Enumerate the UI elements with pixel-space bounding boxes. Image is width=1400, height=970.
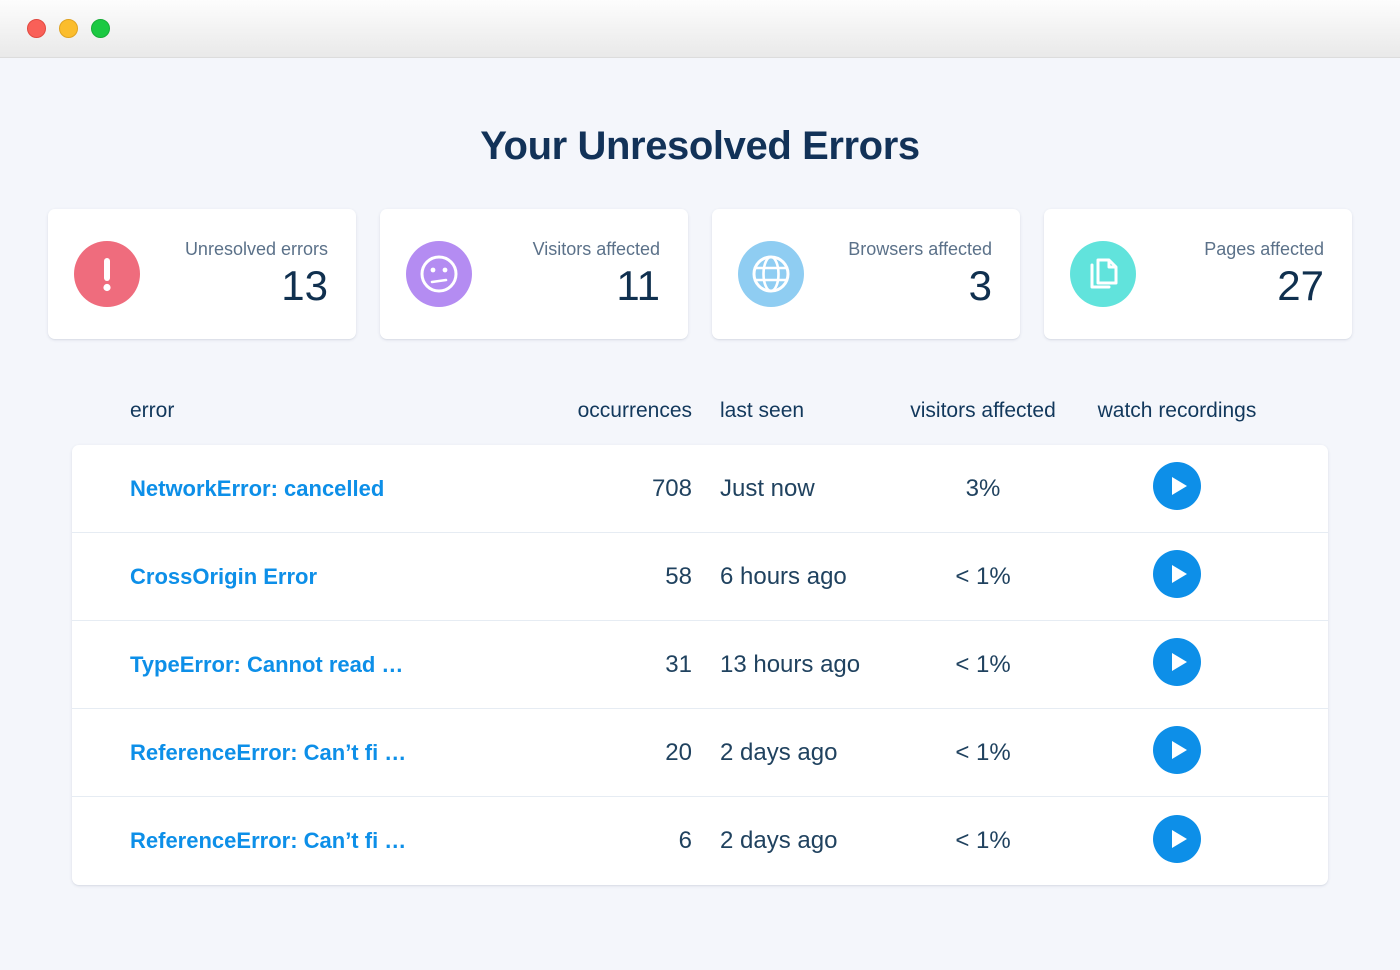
page-content: Your Unresolved Errors Unresolved errors… (0, 58, 1400, 970)
pages-document-icon (1070, 241, 1136, 307)
stat-value: 11 (482, 262, 660, 309)
window-titlebar (0, 0, 1400, 58)
stats-card-row: Unresolved errors 13 Visitors affected (48, 209, 1352, 339)
traffic-light-controls (27, 19, 110, 38)
cell-last-seen: Just now (692, 475, 888, 503)
minimize-window-button[interactable] (59, 19, 78, 38)
column-header-occurrences: occurrences (522, 399, 692, 423)
column-header-visitors-affected: visitors affected (888, 399, 1078, 423)
errors-table: error occurrences last seen visitors aff… (72, 387, 1328, 885)
stat-card-browsers-affected[interactable]: Browsers affected 3 (712, 209, 1020, 339)
stat-card-visitors-affected[interactable]: Visitors affected 11 (380, 209, 688, 339)
cell-last-seen: 13 hours ago (692, 651, 888, 679)
table-row[interactable]: ReferenceError: Can’t fi … 20 2 days ago… (72, 709, 1328, 797)
cell-visitors-affected: < 1% (888, 739, 1078, 767)
globe-icon (738, 241, 804, 307)
cell-error: ReferenceError: Can’t fi … (130, 740, 522, 766)
table-row[interactable]: CrossOrigin Error 58 6 hours ago < 1% (72, 533, 1328, 621)
cell-watch-recordings (1078, 815, 1276, 868)
cell-visitors-affected: < 1% (888, 563, 1078, 591)
alert-exclamation-icon (74, 241, 140, 307)
stat-label: Browsers affected (814, 239, 992, 261)
column-header-last-seen: last seen (692, 399, 888, 423)
play-icon[interactable] (1153, 550, 1201, 598)
cell-last-seen: 6 hours ago (692, 563, 888, 591)
table-header-row: error occurrences last seen visitors aff… (72, 387, 1328, 435)
maximize-window-button[interactable] (91, 19, 110, 38)
error-link[interactable]: NetworkError: cancelled (130, 476, 384, 501)
cell-occurrences: 58 (522, 563, 692, 591)
stat-card-text: Pages affected 27 (1136, 239, 1324, 309)
stat-value: 27 (1146, 262, 1324, 309)
cell-watch-recordings (1078, 726, 1276, 779)
neutral-face-icon (406, 241, 472, 307)
cell-visitors-affected: < 1% (888, 651, 1078, 679)
cell-error: NetworkError: cancelled (130, 476, 522, 502)
stat-card-text: Unresolved errors 13 (140, 239, 328, 309)
table-row[interactable]: TypeError: Cannot read … 31 13 hours ago… (72, 621, 1328, 709)
cell-error: ReferenceError: Can’t fi … (130, 828, 522, 854)
table-body: NetworkError: cancelled 708 Just now 3% … (72, 445, 1328, 885)
close-window-button[interactable] (27, 19, 46, 38)
stat-card-text: Visitors affected 11 (472, 239, 660, 309)
stat-label: Unresolved errors (150, 239, 328, 261)
play-icon[interactable] (1153, 726, 1201, 774)
stat-card-text: Browsers affected 3 (804, 239, 992, 309)
cell-occurrences: 20 (522, 739, 692, 767)
cell-visitors-affected: 3% (888, 475, 1078, 503)
error-link[interactable]: TypeError: Cannot read … (130, 652, 403, 677)
stat-card-unresolved-errors[interactable]: Unresolved errors 13 (48, 209, 356, 339)
cell-watch-recordings (1078, 462, 1276, 515)
cell-error: TypeError: Cannot read … (130, 652, 522, 678)
stat-label: Visitors affected (482, 239, 660, 261)
cell-last-seen: 2 days ago (692, 739, 888, 767)
table-row[interactable]: ReferenceError: Can’t fi … 6 2 days ago … (72, 797, 1328, 885)
play-icon[interactable] (1153, 638, 1201, 686)
error-link[interactable]: ReferenceError: Can’t fi … (130, 828, 406, 853)
stat-label: Pages affected (1146, 239, 1324, 261)
cell-occurrences: 31 (522, 651, 692, 679)
play-icon[interactable] (1153, 462, 1201, 510)
cell-last-seen: 2 days ago (692, 827, 888, 855)
cell-error: CrossOrigin Error (130, 564, 522, 590)
column-header-error: error (130, 399, 522, 423)
play-icon[interactable] (1153, 815, 1201, 863)
error-link[interactable]: ReferenceError: Can’t fi … (130, 740, 406, 765)
cell-watch-recordings (1078, 638, 1276, 691)
table-row[interactable]: NetworkError: cancelled 708 Just now 3% (72, 445, 1328, 533)
cell-watch-recordings (1078, 550, 1276, 603)
error-link[interactable]: CrossOrigin Error (130, 564, 317, 589)
browser-window: Your Unresolved Errors Unresolved errors… (0, 0, 1400, 970)
cell-occurrences: 6 (522, 827, 692, 855)
cell-occurrences: 708 (522, 475, 692, 503)
column-header-watch-recordings: watch recordings (1078, 399, 1276, 423)
stat-value: 13 (150, 262, 328, 309)
stat-value: 3 (814, 262, 992, 309)
cell-visitors-affected: < 1% (888, 827, 1078, 855)
stat-card-pages-affected[interactable]: Pages affected 27 (1044, 209, 1352, 339)
page-title: Your Unresolved Errors (0, 124, 1400, 169)
